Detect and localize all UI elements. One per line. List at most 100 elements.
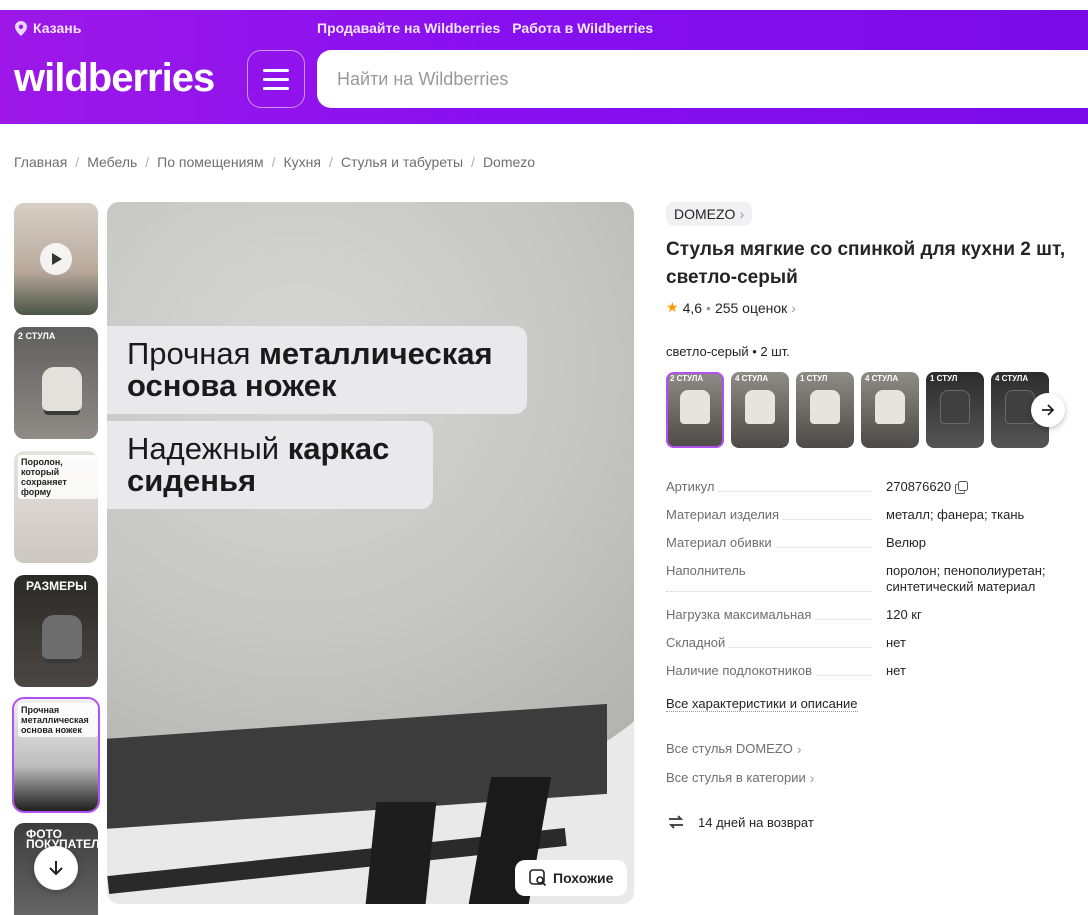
specs-table: Артикул 270876620 Материал изделия метал… bbox=[666, 479, 1076, 691]
rating-value: 4,6 bbox=[682, 299, 703, 316]
similar-button[interactable]: Похожие bbox=[515, 860, 628, 896]
menu-icon-bar bbox=[263, 77, 289, 81]
jobs-wb-link[interactable]: Работа в Wildberries bbox=[512, 20, 653, 36]
chair-image bbox=[42, 367, 82, 411]
return-policy: 14 дней на возврат bbox=[666, 812, 814, 832]
breadcrumb-item[interactable]: Стулья и табуреты bbox=[341, 154, 463, 170]
main-product-image[interactable]: Прочная металлическая основа ножек Надеж… bbox=[107, 202, 634, 904]
variant-caption: 1 СТУЛ bbox=[930, 374, 958, 383]
spec-row: Материал изделия металл; фанера; ткань bbox=[666, 507, 1076, 523]
breadcrumb: Главная / Мебель / По помещениям / Кухня… bbox=[14, 154, 535, 170]
spec-value: нет bbox=[886, 663, 906, 678]
chair-image bbox=[745, 390, 775, 424]
variant-caption: 4 СТУЛА bbox=[735, 374, 769, 383]
spec-name: Наличие подлокотников bbox=[666, 663, 886, 679]
spec-value: металл; фанера; ткань bbox=[886, 507, 1025, 522]
link-label: Все стулья DOMEZO bbox=[666, 741, 793, 756]
variant-option[interactable]: 1 СТУЛ bbox=[796, 372, 854, 448]
brand-badge[interactable]: DOMEZO › bbox=[666, 202, 753, 226]
breadcrumb-separator: / bbox=[271, 154, 276, 170]
breadcrumb-item[interactable]: Мебель bbox=[87, 154, 137, 170]
breadcrumb-item[interactable]: Кухня bbox=[283, 154, 320, 170]
variant-option-selected[interactable]: 2 СТУЛА bbox=[666, 372, 724, 448]
similar-button-label: Похожие bbox=[553, 870, 614, 886]
copy-icon[interactable] bbox=[955, 481, 969, 495]
menu-icon-bar bbox=[263, 86, 289, 90]
location-pin-icon bbox=[15, 20, 27, 36]
city-label: Казань bbox=[33, 20, 82, 36]
spec-row: Материал обивки Велюр bbox=[666, 535, 1076, 551]
spec-name: Материал обивки bbox=[666, 535, 886, 551]
thumbnail-caption: 2 СТУЛА bbox=[18, 331, 56, 341]
scroll-down-button[interactable] bbox=[34, 846, 78, 890]
thumbnail[interactable]: 2 СТУЛА bbox=[14, 327, 98, 439]
all-brand-chairs-link[interactable]: Все стулья DOMEZO › bbox=[666, 741, 802, 757]
feature-label: Прочная металлическая основа ножек bbox=[107, 326, 527, 414]
rating-row: ★ 4,6 • 255 оценок › bbox=[666, 299, 796, 316]
spec-value: Велюр bbox=[886, 535, 927, 550]
breadcrumb-separator: / bbox=[471, 154, 475, 170]
all-specs-link[interactable]: Все характеристики и описание bbox=[666, 696, 858, 712]
menu-button[interactable] bbox=[247, 50, 305, 108]
spec-row: Артикул 270876620 bbox=[666, 479, 1076, 495]
chair-image bbox=[810, 390, 840, 424]
spec-row: Складной нет bbox=[666, 635, 1076, 651]
thumbnail-caption: Поролон, который сохраняет форму bbox=[18, 455, 98, 499]
variant-caption: 4 СТУЛА bbox=[865, 374, 899, 383]
spec-value: нет bbox=[886, 635, 906, 650]
spec-name: Артикул bbox=[666, 479, 886, 495]
chair-image bbox=[940, 390, 970, 424]
spec-row: Наполнитель поролон; пенополиуретан; син… bbox=[666, 563, 1076, 595]
spec-name: Наполнитель bbox=[666, 563, 886, 595]
header: Казань Продавайте на Wildberries Работа … bbox=[0, 10, 1088, 124]
variant-caption: 1 СТУЛ bbox=[800, 374, 828, 383]
variant-option[interactable]: 1 СТУЛ bbox=[926, 372, 984, 448]
thumbnail-list: 2 СТУЛА Поролон, который сохраняет форму… bbox=[12, 203, 100, 915]
breadcrumb-item[interactable]: Главная bbox=[14, 154, 67, 170]
return-arrows-icon bbox=[668, 815, 684, 829]
spec-row: Нагрузка максимальная 120 кг bbox=[666, 607, 1076, 623]
selected-variant-label: светло-серый • 2 шт. bbox=[666, 344, 790, 359]
feature-label: Надежный каркас сиденья bbox=[107, 421, 433, 509]
breadcrumb-separator: / bbox=[145, 154, 150, 170]
breadcrumb-separator: / bbox=[75, 154, 80, 170]
variant-option[interactable]: 4 СТУЛА bbox=[731, 372, 789, 448]
spec-row: Наличие подлокотников нет bbox=[666, 663, 1076, 679]
star-icon: ★ bbox=[666, 299, 679, 315]
breadcrumb-item[interactable]: Domezo bbox=[483, 154, 535, 170]
spec-value: поролон; пенополиуретан; синтетический м… bbox=[886, 563, 1046, 594]
spec-value: 270876620 bbox=[886, 479, 1076, 495]
spec-name: Материал изделия bbox=[666, 507, 886, 523]
wildberries-logo[interactable]: wildberries bbox=[14, 54, 215, 102]
sell-on-wb-link[interactable]: Продавайте на Wildberries bbox=[317, 20, 500, 36]
image-search-icon bbox=[529, 869, 547, 887]
variant-option[interactable]: 4 СТУЛА bbox=[861, 372, 919, 448]
thumbnail-caption: РАЗМЕРЫ bbox=[26, 579, 87, 593]
thumbnail-video[interactable] bbox=[14, 203, 98, 315]
arrow-down-icon bbox=[49, 861, 63, 876]
reviews-link[interactable]: 255 оценок bbox=[715, 300, 787, 316]
city-selector[interactable]: Казань bbox=[15, 20, 81, 36]
spec-name: Складной bbox=[666, 635, 886, 651]
thumbnail-selected[interactable]: Прочная металлическая основа ножек bbox=[12, 697, 100, 813]
variants-next-button[interactable] bbox=[1031, 393, 1065, 427]
all-category-chairs-link[interactable]: Все стулья в категории › bbox=[666, 770, 814, 786]
thumbnail[interactable]: РАЗМЕРЫ bbox=[14, 575, 98, 687]
variant-caption: 2 СТУЛА bbox=[670, 374, 704, 383]
arrow-right-icon bbox=[1042, 404, 1055, 416]
thumbnail-caption: Прочная металлическая основа ножек bbox=[18, 703, 98, 737]
return-policy-text: 14 дней на возврат bbox=[698, 814, 814, 830]
feature-text: Надежный bbox=[127, 431, 288, 466]
search-input[interactable] bbox=[317, 50, 1088, 108]
breadcrumb-item[interactable]: По помещениям bbox=[157, 154, 263, 170]
menu-icon-bar bbox=[263, 68, 289, 72]
spec-name: Нагрузка максимальная bbox=[666, 607, 886, 623]
variant-list: 2 СТУЛА 4 СТУЛА 1 СТУЛ 4 СТУЛА 1 СТУЛ 4 … bbox=[666, 372, 1088, 450]
chevron-right-icon: › bbox=[739, 206, 745, 222]
chair-leg bbox=[361, 802, 437, 904]
chevron-right-icon: › bbox=[809, 770, 815, 786]
header-topline: Казань Продавайте на Wildberries Работа … bbox=[0, 10, 1088, 46]
chair-image bbox=[875, 390, 905, 424]
thumbnail[interactable]: Поролон, который сохраняет форму bbox=[14, 451, 98, 563]
variant-caption: 4 СТУЛА bbox=[995, 374, 1029, 383]
